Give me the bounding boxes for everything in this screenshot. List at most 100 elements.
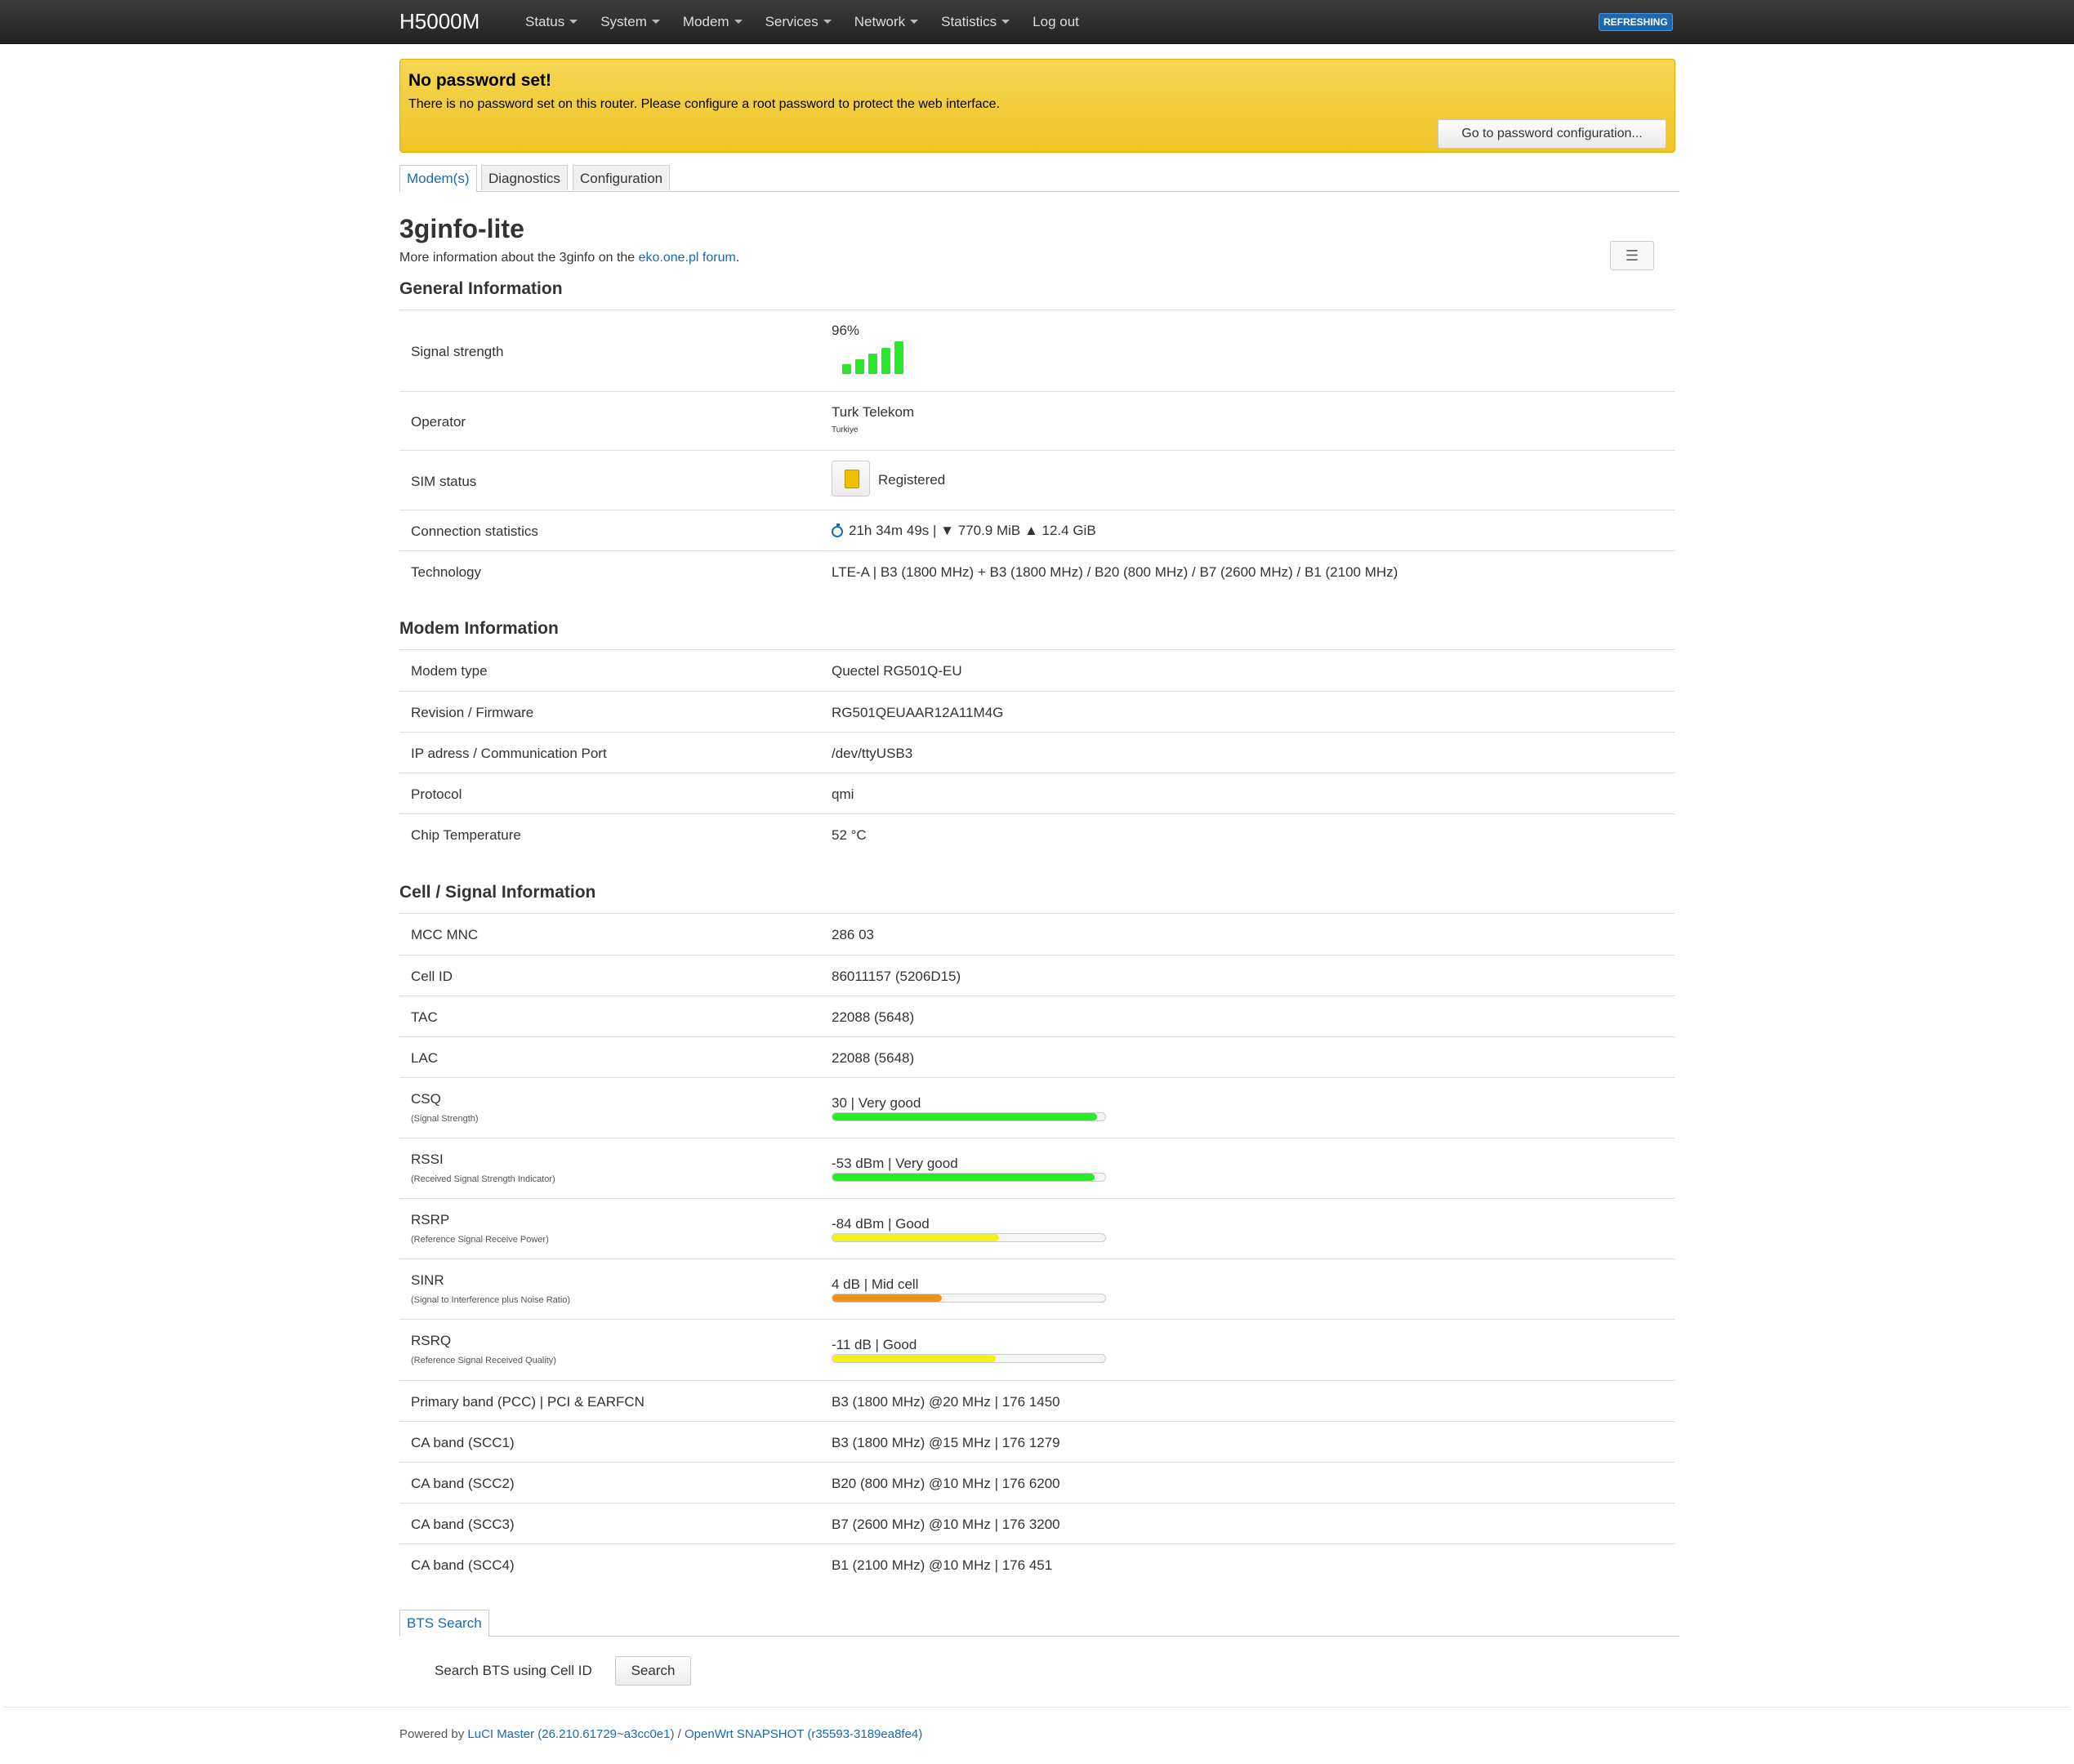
main-menu: Status System Modem Services Network Sta…: [514, 0, 1091, 43]
scc4-band-value: B1 (2100 MHz) @10 MHz | 176 451: [832, 1557, 1053, 1573]
rsrp-row: RSRP (Reference Signal Receive Power) -8…: [399, 1198, 1675, 1258]
tab-diagnostics[interactable]: Diagnostics: [481, 165, 568, 190]
sinr-row: SINR (Signal to Interference plus Noise …: [399, 1258, 1675, 1319]
chip-temp-row: Chip Temperature 52 °C: [399, 813, 1675, 854]
tab-configuration[interactable]: Configuration: [573, 165, 671, 190]
tab-modems[interactable]: Modem(s): [399, 165, 477, 192]
timer-icon: [832, 523, 843, 537]
scc2-band-row: CA band (SCC2) B20 (800 MHz) @10 MHz | 1…: [399, 1462, 1675, 1503]
sinr-label: SINR: [411, 1272, 444, 1288]
sinr-meter: [832, 1294, 1106, 1303]
menu-statistics-label: Statistics: [941, 14, 997, 29]
luci-link[interactable]: LuCI Master (26.210.61729~a3cc0e1): [467, 1727, 674, 1741]
menu-status-label: Status: [525, 14, 565, 29]
menu-modem-label: Modem: [682, 14, 729, 29]
rssi-sublabel: (Received Signal Strength Indicator): [411, 1174, 555, 1184]
menu-status[interactable]: Status: [514, 0, 589, 43]
connection-stats-value: 21h 34m 49s | ▼ 770.9 MiB ▲ 12.4 GiB: [832, 523, 1096, 539]
port-label: IP adress / Communication Port: [411, 746, 607, 761]
operator-row: Operator Turk Telekom Turkiye: [399, 391, 1675, 450]
menu-statistics[interactable]: Statistics: [930, 0, 1021, 43]
alert-title: No password set!: [408, 71, 552, 90]
scc1-band-row: CA band (SCC1) B3 (1800 MHz) @15 MHz | 1…: [399, 1421, 1675, 1462]
sinr-value: 4 dB | Mid cell: [832, 1276, 919, 1292]
footer: Powered by LuCI Master (26.210.61729~a3c…: [399, 1727, 922, 1741]
csq-sublabel: (Signal Strength): [411, 1114, 479, 1124]
technology-row: Technology LTE-A | B3 (1800 MHz) + B3 (1…: [399, 550, 1675, 591]
connection-stats-row: Connection statistics 21h 34m 49s | ▼ 77…: [399, 510, 1675, 550]
operator-country: Turkiye: [832, 425, 859, 434]
menu-services-label: Services: [765, 14, 818, 29]
operator-label: Operator: [411, 414, 466, 430]
page-title: 3ginfo-lite: [399, 214, 524, 243]
cell-id-value: 86011157 (5206D15): [832, 969, 961, 984]
forum-link[interactable]: eko.one.pl forum: [639, 251, 736, 265]
tab-bts-search[interactable]: BTS Search: [399, 1610, 489, 1637]
cell-id-label: Cell ID: [411, 969, 453, 984]
csq-label: CSQ: [411, 1091, 441, 1107]
lac-label: LAC: [411, 1050, 439, 1066]
menu-modem[interactable]: Modem: [671, 0, 754, 43]
sim-status-row: SIM status Registered: [399, 450, 1675, 510]
connection-stats-label: Connection statistics: [411, 523, 538, 539]
menu-services[interactable]: Services: [754, 0, 843, 43]
cell-id-row: Cell ID 86011157 (5206D15): [399, 955, 1675, 996]
page-intro: More information about the 3ginfo on the…: [399, 251, 739, 265]
menu-system-label: System: [600, 14, 647, 29]
caret-down-icon: [734, 20, 743, 24]
rsrp-label: RSRP: [411, 1212, 450, 1227]
caret-down-icon: [569, 20, 578, 24]
refreshing-badge[interactable]: REFRESHING: [1599, 13, 1673, 31]
no-password-alert: No password set! There is no password se…: [399, 59, 1675, 153]
bts-tab-bar: BTS Search: [399, 1610, 1679, 1637]
firmware-label: Revision / Firmware: [411, 705, 534, 720]
footer-prefix: Powered by: [399, 1727, 468, 1741]
scc2-band-label: CA band (SCC2): [411, 1476, 515, 1491]
mcc-mnc-value: 286 03: [832, 927, 874, 942]
rsrq-meter: [832, 1354, 1106, 1363]
menu-system[interactable]: System: [589, 0, 671, 43]
bts-search-button[interactable]: Search: [615, 1656, 691, 1686]
signal-bars-icon: [842, 341, 908, 374]
sim-status-label: SIM status: [411, 474, 477, 489]
signal-strength-label: Signal strength: [411, 344, 504, 359]
footer-divider: [4, 1707, 2070, 1708]
password-config-button[interactable]: Go to password configuration...: [1438, 119, 1666, 149]
pcc-band-row: Primary band (PCC) | PCI & EARFCN B3 (18…: [399, 1380, 1675, 1421]
caret-down-icon: [823, 20, 832, 24]
rssi-label: RSSI: [411, 1152, 444, 1167]
rssi-row: RSSI (Received Signal Strength Indicator…: [399, 1138, 1675, 1198]
mcc-mnc-row: MCC MNC 286 03: [399, 914, 1675, 955]
sinr-sublabel: (Signal to Interference plus Noise Ratio…: [411, 1295, 571, 1305]
firmware-row: Revision / Firmware RG501QEUAAR12A11M4G: [399, 691, 1675, 732]
scc2-band-value: B20 (800 MHz) @10 MHz | 176 6200: [832, 1476, 1060, 1491]
scc3-band-label: CA band (SCC3): [411, 1517, 515, 1532]
menu-network-label: Network: [854, 14, 906, 29]
intro-text: More information about the 3ginfo on the: [399, 251, 639, 265]
modem-type-row: Modem type Quectel RG501Q-EU: [399, 650, 1675, 691]
menu-network[interactable]: Network: [843, 0, 930, 43]
csq-row: CSQ (Signal Strength) 30 | Very good: [399, 1077, 1675, 1138]
scc4-band-row: CA band (SCC4) B1 (2100 MHz) @10 MHz | 1…: [399, 1544, 1675, 1584]
rsrq-label: RSRQ: [411, 1333, 452, 1348]
alert-text: There is no password set on this router.…: [408, 97, 1000, 111]
general-info-title: General Information: [399, 279, 563, 298]
scc3-band-row: CA band (SCC3) B7 (2600 MHz) @10 MHz | 1…: [399, 1503, 1675, 1544]
modem-type-value: Quectel RG501Q-EU: [832, 663, 962, 679]
menu-logout[interactable]: Log out: [1021, 0, 1091, 43]
scc1-band-value: B3 (1800 MHz) @15 MHz | 176 1279: [832, 1435, 1060, 1450]
modem-type-label: Modem type: [411, 663, 488, 679]
signal-strength-row: Signal strength 96%: [399, 310, 1675, 391]
sim-card-icon: [832, 461, 870, 497]
openwrt-link[interactable]: OpenWrt SNAPSHOT (r35593-3189ea8fe4): [685, 1727, 922, 1741]
hamburger-menu-icon[interactable]: ☰: [1610, 241, 1654, 270]
chip-temp-label: Chip Temperature: [411, 827, 521, 843]
caret-down-icon: [651, 20, 660, 24]
brand[interactable]: H5000M: [399, 7, 479, 36]
protocol-label: Protocol: [411, 786, 462, 802]
tab-bar: Modem(s) Diagnostics Configuration: [399, 165, 1679, 192]
footer-separator: /: [674, 1727, 685, 1741]
caret-down-icon: [1001, 20, 1010, 24]
menu-logout-label: Log out: [1033, 14, 1079, 29]
bts-search-label: Search BTS using Cell ID: [435, 1663, 592, 1678]
